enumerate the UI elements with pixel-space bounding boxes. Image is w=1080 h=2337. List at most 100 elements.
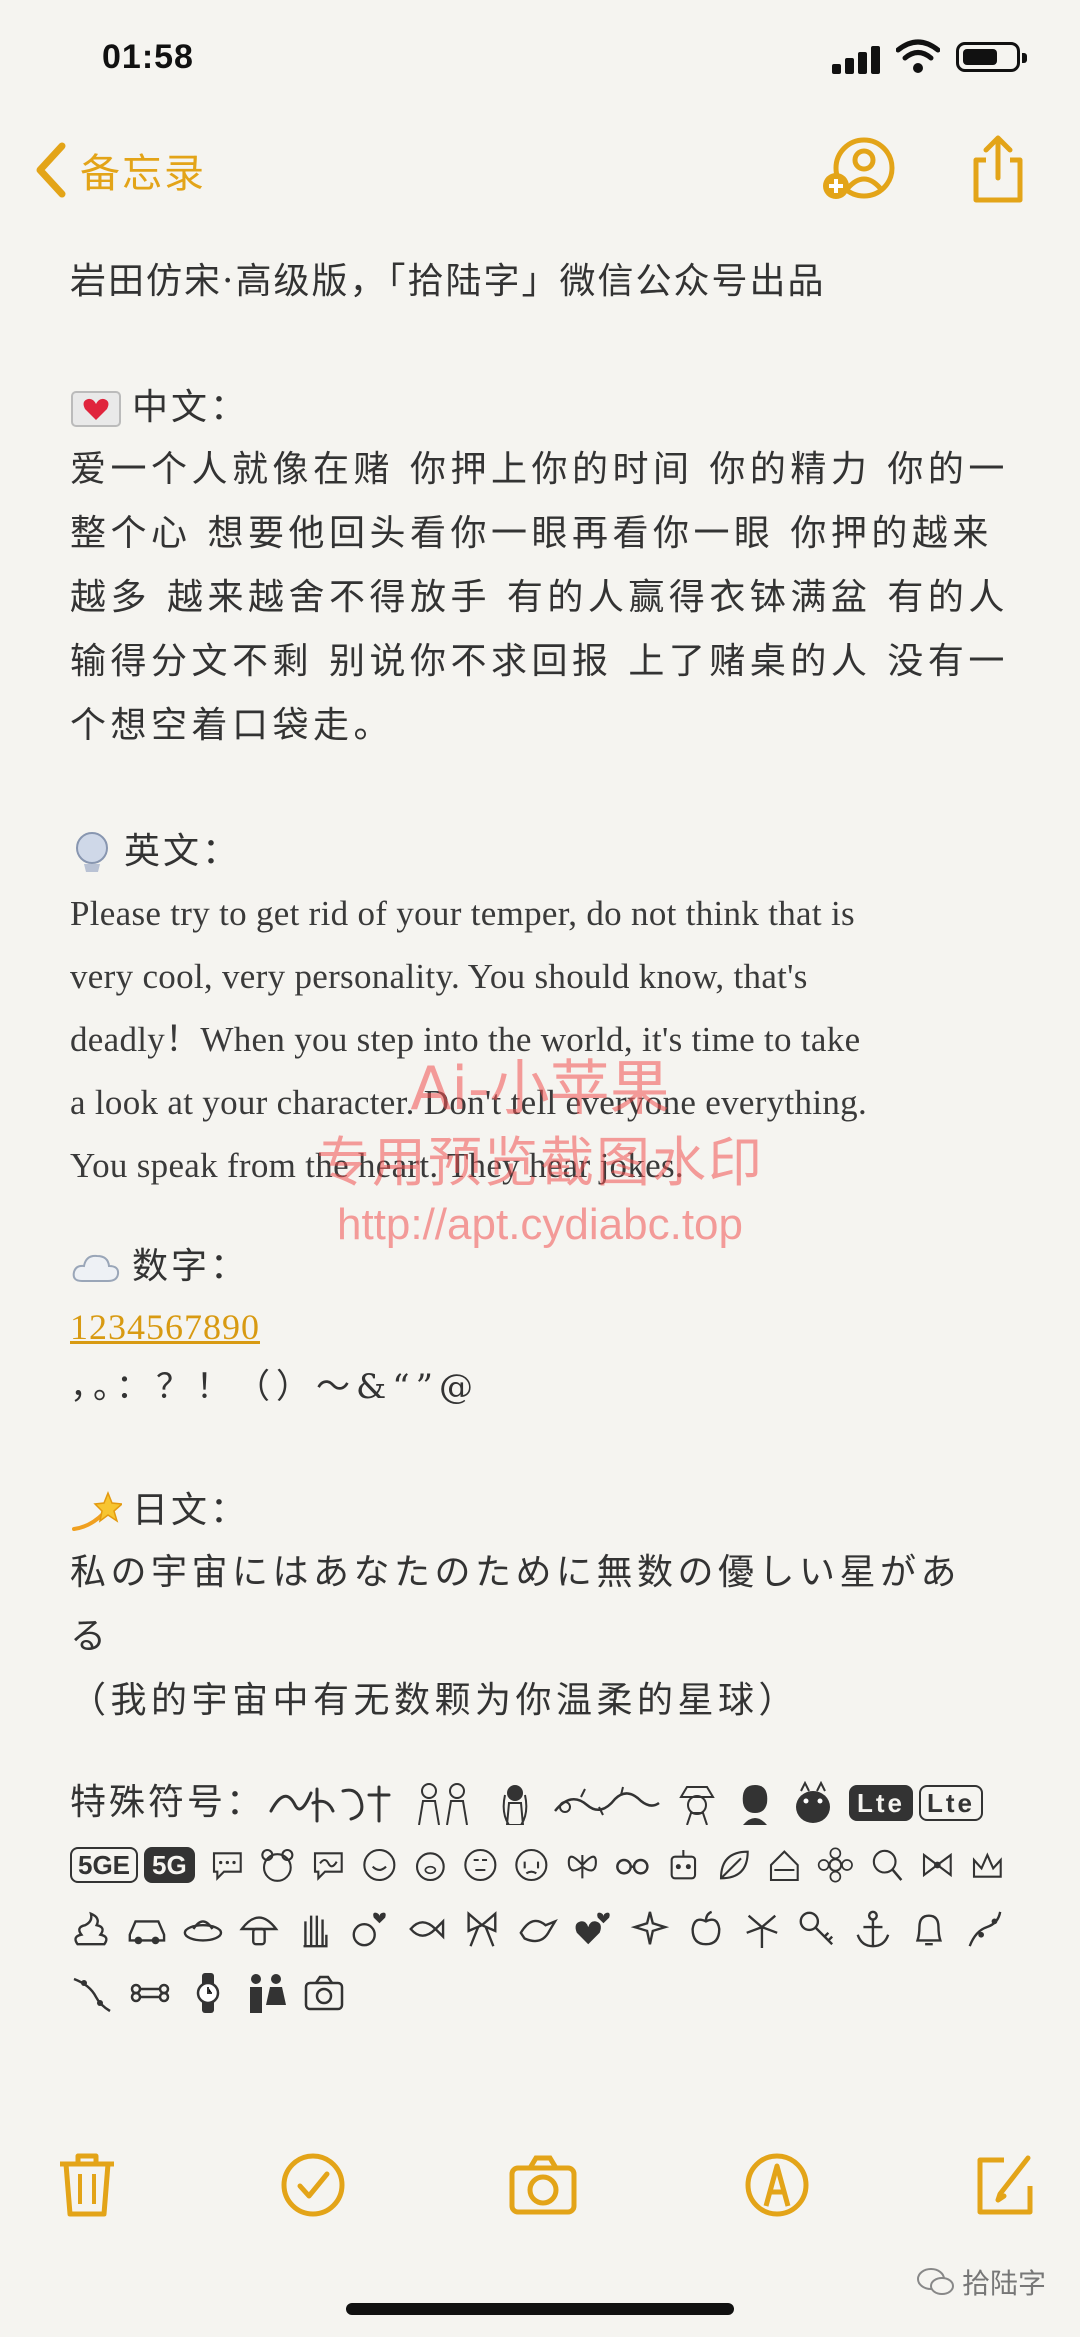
symbols-row-4 [70, 1961, 1020, 2025]
scribble-bubble-icon [314, 1852, 343, 1881]
butterfly-icon [567, 1854, 597, 1879]
anchor-icon [856, 1910, 890, 1948]
couple-figure-icon [418, 1783, 469, 1825]
camera-icon[interactable] [508, 2150, 578, 2220]
japanese-heading: 日文： [70, 1481, 1020, 1541]
text-line: You speak from the heart. They hear joke… [70, 1146, 684, 1185]
status-bar: 01:58 [0, 0, 1080, 120]
cloud-icon [72, 1254, 120, 1282]
text-line: very cool, very personality. You should … [70, 957, 808, 996]
text-line: 输得分文不剩 别说你不求回报 上了赌桌的人 没有一 [70, 641, 1009, 682]
digits-link[interactable]: 1234567890 [70, 1297, 1020, 1357]
symbols-row-2: 5GE 5G [70, 1833, 1020, 1897]
cry-bubble-icon [515, 1848, 548, 1882]
key-icon [799, 1911, 834, 1946]
dragon-icon [554, 1786, 660, 1816]
english-heading: 英文： [70, 822, 1020, 882]
bone-icon [130, 1983, 170, 2003]
long-hair-girl-icon [502, 1785, 528, 1825]
pig-face-icon [415, 1852, 445, 1882]
nav-bar: 备忘录 [0, 130, 1080, 210]
punctuation-line: ，。：？！（）～&“”@ [70, 1367, 480, 1407]
wifi-icon [896, 39, 940, 73]
ufo-icon [183, 1920, 222, 1942]
ribbon-icon [467, 1911, 497, 1947]
5g-badge: 5G [144, 1847, 195, 1883]
glasses-icon [616, 1858, 649, 1875]
bow-icon [922, 1852, 952, 1878]
home-indicator[interactable] [346, 2303, 734, 2315]
sparkles-icon [630, 1911, 669, 1945]
hat-boy-icon [679, 1786, 715, 1825]
note-title: 岩田仿宋·高级版，「拾陆字」微信公众号出品 [70, 261, 826, 302]
battery-icon [956, 42, 1027, 72]
checklist-icon[interactable] [278, 2150, 348, 2220]
crystal-ball-icon [76, 832, 108, 872]
text-line: る [70, 1616, 111, 1657]
text-line: （我的宇宙中有无数颗为你温柔的星球） [70, 1680, 800, 1721]
camera-small-icon [304, 1975, 344, 2011]
chinese-heading: 中文： [70, 378, 1020, 438]
lte-badge-filled: Lte [849, 1785, 914, 1821]
house-icon [770, 1850, 800, 1882]
symbols-row-3 [70, 1897, 1020, 1961]
text-line: 个想空着口袋走。 [70, 705, 395, 746]
hand-icon [303, 1915, 328, 1948]
chinese-heading-label: 中文： [132, 387, 250, 428]
dizzy-star-icon [72, 1490, 122, 1531]
mushroom-icon [239, 1916, 279, 1946]
digits-heading-label: 数字： [132, 1246, 250, 1287]
symbols-row-1: 特殊符号： Lte Lte [70, 1773, 1020, 1833]
chinese-paragraph: 爱一个人就像在赌 你押上你的时间 你的精力 你的一 整个心 想要他回头看你一眼再… [70, 438, 1020, 758]
note-body[interactable]: 岩田仿宋·高级版，「拾陆字」微信公众号出品 中文： 爱一个人就像在赌 你押上你的… [70, 250, 1020, 2025]
bear-face-icon [261, 1848, 294, 1882]
branch-icon [73, 1977, 111, 2013]
digits-heading: 数字： [70, 1237, 1020, 1297]
lollipop-icon [872, 1849, 903, 1881]
love-letter-icon [71, 391, 121, 427]
robot-icon [670, 1849, 697, 1880]
leaf-icon [719, 1850, 749, 1880]
bird-icon [519, 1918, 558, 1943]
trash-icon[interactable] [52, 2150, 122, 2220]
bell-icon [915, 1914, 943, 1946]
windmill-icon [745, 1914, 778, 1949]
bottom-toolbar [0, 2150, 1080, 2230]
english-paragraph: Please try to get rid of your temper, do… [70, 882, 1020, 1197]
text-line: 整个心 想要他回头看你一眼再看你一眼 你押的越来 [70, 513, 993, 554]
back-button[interactable]: 备忘录 [32, 140, 206, 200]
text-line: deadly！When you step into the world, it'… [70, 1020, 861, 1059]
wechat-credit: 拾陆字 [916, 2262, 1046, 2302]
totoro-icon [796, 1781, 831, 1823]
vine-icon [968, 1911, 1002, 1947]
lte-badge-outline: Lte [919, 1785, 984, 1821]
text-line: Please try to get rid of your temper, do… [70, 894, 855, 933]
heart-ring-icon [352, 1912, 387, 1947]
symbols-label: 特殊符号： [70, 1782, 266, 1823]
handwriting-logo-icon [269, 1785, 391, 1823]
text-line: a look at your character. Don't tell eve… [70, 1083, 867, 1122]
laugh-bubble-icon [363, 1848, 396, 1882]
speech-bubble-icon [212, 1852, 242, 1881]
share-icon[interactable] [960, 134, 1036, 204]
text-line: 私の宇宙にはあなたのために無数の優しい星があ [70, 1552, 962, 1593]
chevron-left-icon [36, 142, 66, 198]
japanese-heading-label: 日文： [132, 1490, 250, 1531]
japanese-paragraph: 私の宇宙にはあなたのために無数の優しい星があ る （我的宇宙中有无数颗为你温柔的… [70, 1541, 1020, 1733]
credit-label: 拾陆字 [962, 2267, 1047, 2300]
car-icon [128, 1920, 166, 1945]
markup-icon[interactable] [742, 2150, 812, 2220]
apple-icon [691, 1910, 721, 1946]
crown-icon [973, 1852, 1003, 1878]
girl-icon [742, 1785, 768, 1825]
wechat-icon [917, 2268, 954, 2295]
back-label: 备忘录 [80, 151, 206, 197]
add-person-icon[interactable] [820, 134, 896, 204]
english-heading-label: 英文： [124, 831, 242, 872]
signal-icon [832, 44, 882, 74]
sweat-bubble-icon [464, 1848, 497, 1882]
compose-icon[interactable] [970, 2150, 1040, 2220]
poop-icon [74, 1911, 108, 1946]
text-line: 越多 越来越舍不得放手 有的人赢得衣钵满盆 有的人 [70, 577, 1009, 618]
restroom-icon [250, 1974, 286, 2013]
